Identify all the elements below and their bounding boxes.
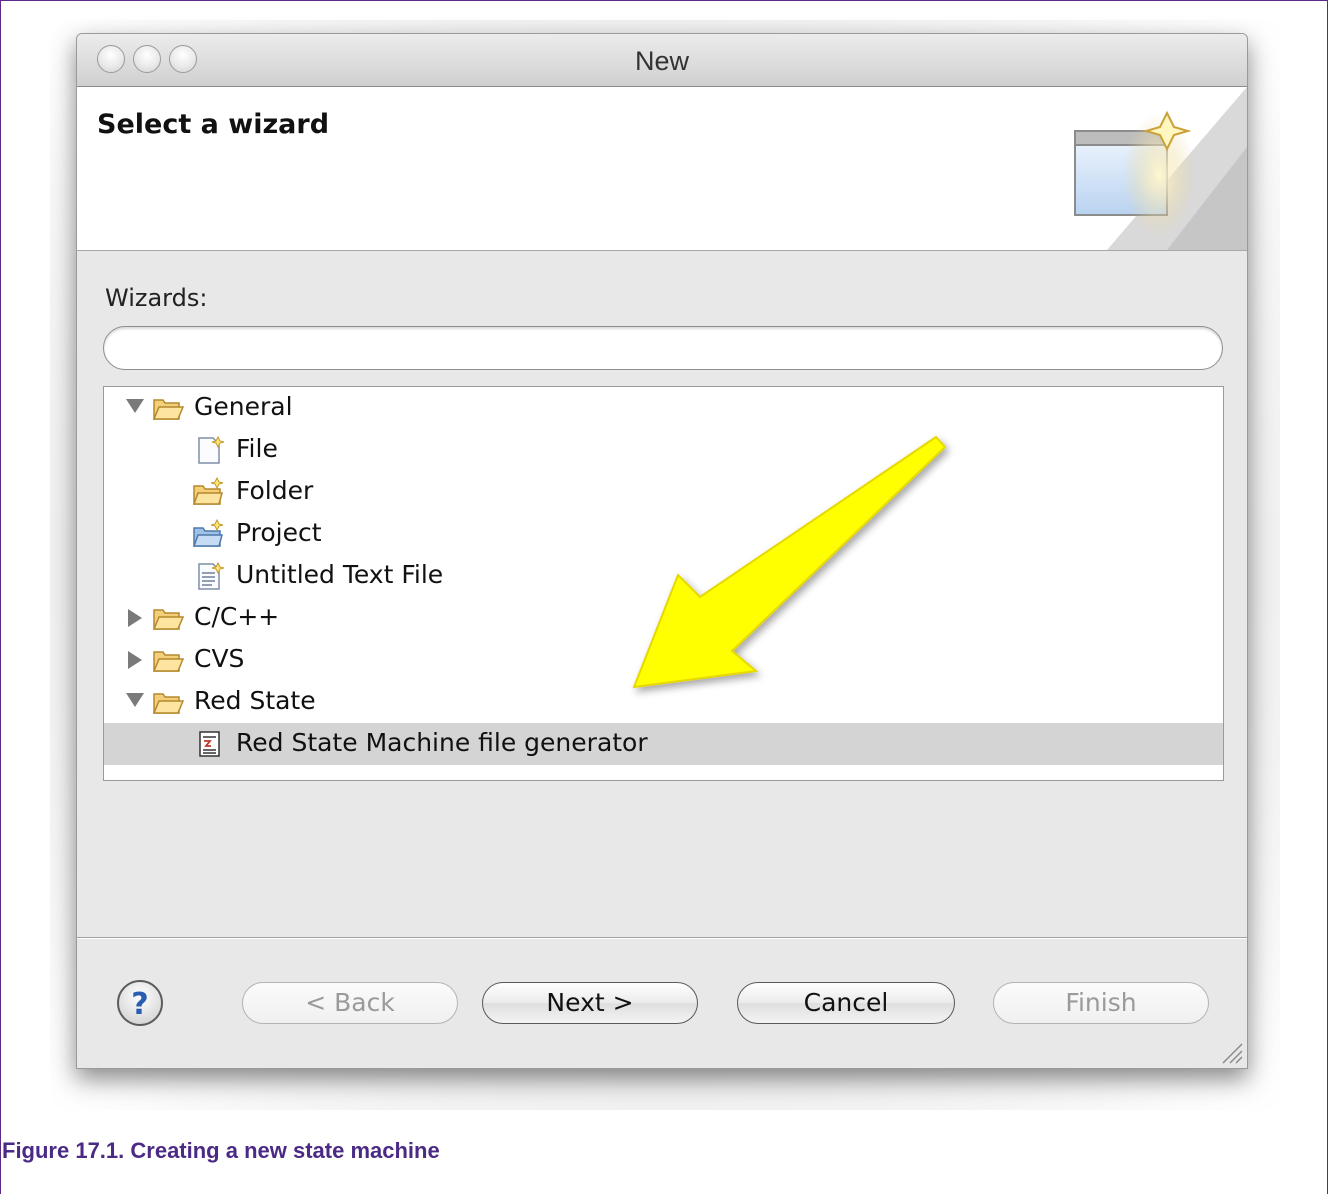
expand-triangle-icon[interactable]: [126, 399, 144, 413]
new-project-icon: [192, 519, 224, 547]
finish-button[interactable]: Finish: [993, 982, 1209, 1024]
tree-item-label: Red State Machine file generator: [236, 728, 648, 757]
cancel-button[interactable]: Cancel: [737, 982, 955, 1024]
resize-grip-icon[interactable]: [1221, 1042, 1243, 1064]
new-folder-icon: [192, 477, 224, 505]
tree-item-label: Project: [236, 518, 322, 547]
folder-open-icon: [152, 399, 184, 420]
wizard-filter-input[interactable]: [103, 326, 1223, 370]
expand-triangle-icon[interactable]: [126, 693, 144, 707]
new-file-icon: [198, 435, 225, 464]
help-icon[interactable]: ?: [115, 978, 165, 1028]
window-title: New: [634, 46, 689, 76]
state-machine-icon: [199, 731, 220, 757]
tree-item-label: C/C++: [194, 602, 280, 631]
figure-caption: Figure 17.1. Creating a new state machin…: [2, 1138, 440, 1163]
help-glyph: ?: [131, 987, 148, 1022]
tree-item-general[interactable]: General: [104, 387, 1223, 429]
title-bar[interactable]: New: [77, 34, 1247, 87]
tree-item-label: Red State: [194, 686, 316, 715]
tree-item-label: Untitled Text File: [236, 560, 444, 589]
tree-item-label: File: [236, 434, 278, 463]
folder-open-icon: [152, 651, 184, 672]
annotation-arrow: [632, 435, 947, 689]
wizards-label: Wizards:: [105, 284, 208, 312]
folder-open-icon: [152, 609, 184, 630]
next-button[interactable]: Next >: [482, 982, 698, 1024]
collapsed-triangle-icon[interactable]: [128, 609, 142, 627]
folder-open-icon: [152, 693, 184, 714]
button-bar-separator: [77, 937, 1247, 939]
tree-item-label: Folder: [236, 476, 314, 505]
tree-item-label: General: [194, 392, 293, 421]
tree-item-label: CVS: [194, 644, 245, 673]
wizard-header: Select a wizard: [77, 87, 1247, 251]
wizard-heading: Select a wizard: [97, 109, 330, 140]
new-wizard-banner-icon: [1074, 87, 1247, 250]
back-button[interactable]: < Back: [242, 982, 458, 1024]
tree-item-red-state-machine-file-generator[interactable]: Red State Machine file generator: [104, 723, 1223, 765]
new-text-file-icon: [198, 561, 225, 590]
collapsed-triangle-icon[interactable]: [128, 651, 142, 669]
